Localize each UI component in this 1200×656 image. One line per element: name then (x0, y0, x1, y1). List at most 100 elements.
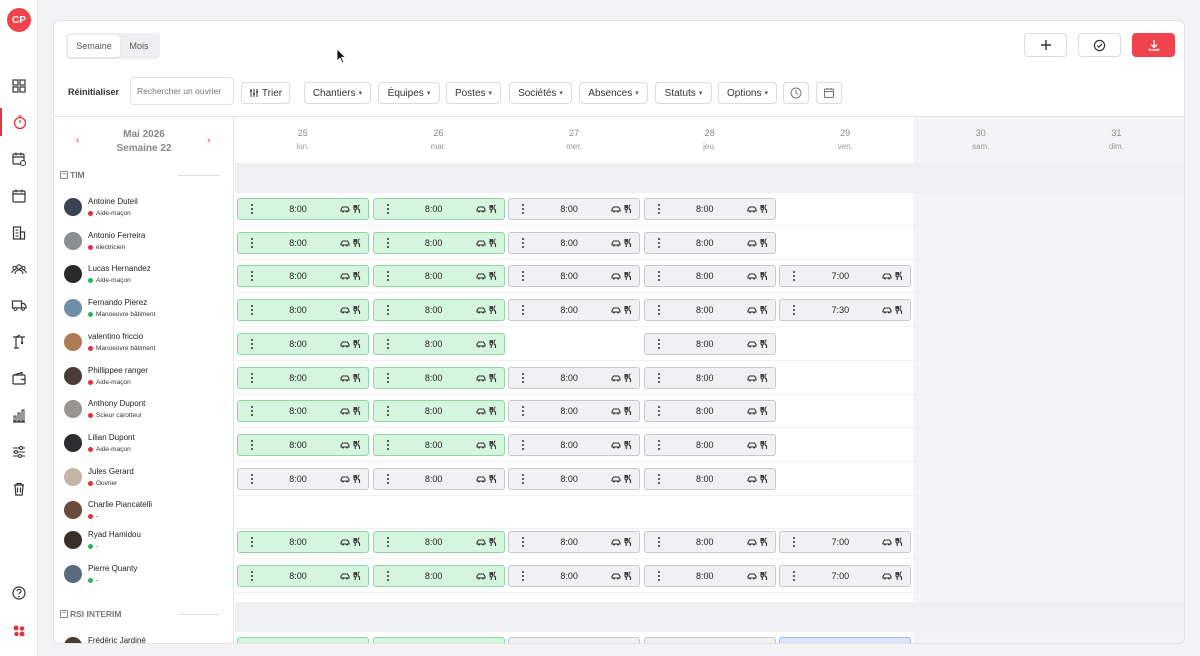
shift-block[interactable]: 8:00 (643, 467, 776, 490)
shift-block[interactable]: 8:00 (643, 265, 776, 288)
shift-block[interactable]: 8:00 (372, 265, 505, 288)
shift-block[interactable]: 8:00 (508, 265, 641, 288)
sidebar-item-calendar-clock[interactable] (0, 145, 38, 173)
shift-block[interactable]: 8:00 (372, 231, 505, 254)
shift-block[interactable]: 8:00 (508, 565, 641, 587)
search-input[interactable] (130, 77, 234, 105)
group-header[interactable]: − TIM (60, 170, 85, 180)
filter-dropdown-2[interactable]: Postes ▾ (446, 82, 501, 104)
shift-block[interactable]: 8:00 (643, 366, 776, 389)
worker-row[interactable]: Pierre Quanty - (54, 560, 234, 594)
worker-row[interactable]: Lilian Dupont Aide-maçon (54, 429, 234, 463)
calendar-filter-button[interactable] (816, 82, 842, 104)
shift-block[interactable]: 8:00 (508, 231, 641, 254)
group-header[interactable]: − RSI INTERIM (60, 609, 121, 619)
sort-button[interactable]: Trier (241, 82, 290, 104)
worker-row[interactable]: Fernando Pierez Manoeuvre bâtiment (54, 294, 234, 328)
filter-dropdown-6[interactable]: Options ▾ (718, 82, 777, 104)
sidebar-item-apps[interactable] (0, 617, 38, 645)
download-button[interactable] (1132, 33, 1175, 57)
worker-row[interactable]: Frédéric Jardiné (54, 632, 234, 643)
shift-block[interactable]: 8:00 (372, 332, 505, 355)
shift-block[interactable]: 7:00 (779, 565, 912, 587)
shift-block[interactable]: 4:00 (779, 636, 912, 643)
shift-block[interactable]: 8:00 (643, 332, 776, 355)
shift-block[interactable]: 8:00 (508, 531, 641, 554)
shift-block[interactable]: 8:00 (372, 636, 505, 643)
shift-block[interactable]: 8:00 (508, 636, 641, 643)
shift-block[interactable]: 8:00 (237, 433, 369, 456)
shift-block[interactable]: 8:00 (508, 299, 641, 322)
worker-row[interactable]: Jules Gerard Ouvrier (54, 463, 234, 497)
worker-row[interactable]: valentino friccio Manoeuvre bâtiment (54, 328, 234, 362)
shift-block[interactable]: 8:00 (372, 531, 505, 554)
shift-block[interactable]: 8:00 (237, 531, 369, 554)
shift-block[interactable]: 8:00 (237, 467, 369, 490)
tab-week[interactable]: Semaine (68, 35, 120, 57)
shift-block[interactable]: 8:00 (643, 433, 776, 456)
sidebar-item-chart[interactable] (0, 402, 38, 430)
add-button[interactable] (1024, 33, 1067, 57)
filter-dropdown-5[interactable]: Statuts ▾ (655, 82, 712, 104)
filter-dropdown-3[interactable]: Sociétés ▾ (509, 82, 572, 104)
sidebar-item-stopwatch[interactable] (0, 108, 38, 136)
worker-row[interactable]: Anthony Dupont Scieur carotteur (54, 395, 234, 429)
tab-month[interactable]: Mois (120, 35, 158, 57)
shift-block[interactable]: 8:00 (508, 366, 641, 389)
sidebar-item-team[interactable] (0, 255, 38, 283)
sidebar-item-crane[interactable] (0, 328, 38, 356)
worker-row[interactable]: Ryad Hamidou - (54, 526, 234, 560)
worker-row[interactable]: Charlie Piancatelli - (54, 496, 234, 530)
validate-button[interactable] (1078, 33, 1121, 57)
shift-block[interactable]: 7:00 (779, 265, 912, 288)
worker-row[interactable]: Antoine Duteil Aide-maçon (54, 193, 234, 227)
filter-dropdown-4[interactable]: Absences ▾ (579, 82, 648, 104)
shift-block[interactable]: 8:00 (237, 299, 369, 322)
shift-block[interactable]: 8:00 (237, 332, 369, 355)
sidebar-item-wallet[interactable] (0, 365, 38, 393)
shift-block[interactable]: 7:30 (779, 299, 912, 322)
shift-block[interactable]: 8:00 (372, 366, 505, 389)
shift-block[interactable]: 8:00 (643, 636, 776, 643)
time-filter-button[interactable] (783, 82, 809, 104)
shift-block[interactable]: 8:00 (508, 467, 641, 490)
shift-block[interactable]: 8:00 (508, 400, 641, 423)
filter-dropdown-1[interactable]: Équipes ▾ (378, 82, 440, 104)
shift-block[interactable]: 8:00 (372, 467, 505, 490)
shift-block[interactable]: 8:00 (643, 299, 776, 322)
shift-block[interactable]: 8:00 (237, 265, 369, 288)
shift-block[interactable]: 8:00 (643, 531, 776, 554)
shift-block[interactable]: 8:00 (508, 433, 641, 456)
sidebar-item-truck[interactable] (0, 291, 38, 319)
sidebar-item-trash[interactable] (0, 475, 38, 503)
reset-button[interactable]: Réinitialiser (68, 87, 119, 97)
worker-row[interactable]: Antonio Ferreira électricien (54, 227, 234, 261)
prev-week-arrow-icon[interactable]: ‹ (76, 135, 79, 146)
shift-block[interactable]: 8:00 (237, 565, 369, 587)
shift-block[interactable]: 8:00 (372, 565, 505, 587)
filter-dropdown-0[interactable]: Chantiers ▾ (304, 82, 371, 104)
shift-block[interactable]: 8:00 (643, 231, 776, 254)
shift-block[interactable]: 8:00 (372, 198, 505, 220)
shift-block[interactable]: 8:00 (643, 198, 776, 220)
shift-block[interactable]: 8:00 (372, 400, 505, 423)
sidebar-item-calendar[interactable] (0, 182, 38, 210)
sidebar-item-sliders[interactable] (0, 438, 38, 466)
shift-block[interactable]: 8:00 (508, 198, 641, 220)
shift-block[interactable]: 8:00 (643, 400, 776, 423)
shift-block[interactable]: 8:00 (237, 198, 369, 220)
sidebar-item-help[interactable] (0, 579, 38, 607)
worker-row[interactable]: Phillippee ranger Aide-maçon (54, 362, 234, 396)
company-logo[interactable]: CP (7, 8, 31, 32)
next-week-arrow-icon[interactable]: › (207, 135, 210, 146)
shift-block[interactable]: 8:00 (643, 565, 776, 587)
shift-block[interactable]: 7:00 (779, 531, 912, 554)
shift-block[interactable]: 8:00 (237, 231, 369, 254)
shift-block[interactable]: 8:00 (372, 433, 505, 456)
worker-row[interactable]: Lucas Hernandez Aide-maçon (54, 260, 234, 294)
shift-block[interactable]: 8:00 (372, 299, 505, 322)
sidebar-item-dashboard[interactable] (0, 72, 38, 100)
shift-block[interactable]: 8:00 (237, 366, 369, 389)
sidebar-item-building[interactable] (0, 219, 38, 247)
shift-block[interactable]: 8:00 (237, 636, 369, 643)
